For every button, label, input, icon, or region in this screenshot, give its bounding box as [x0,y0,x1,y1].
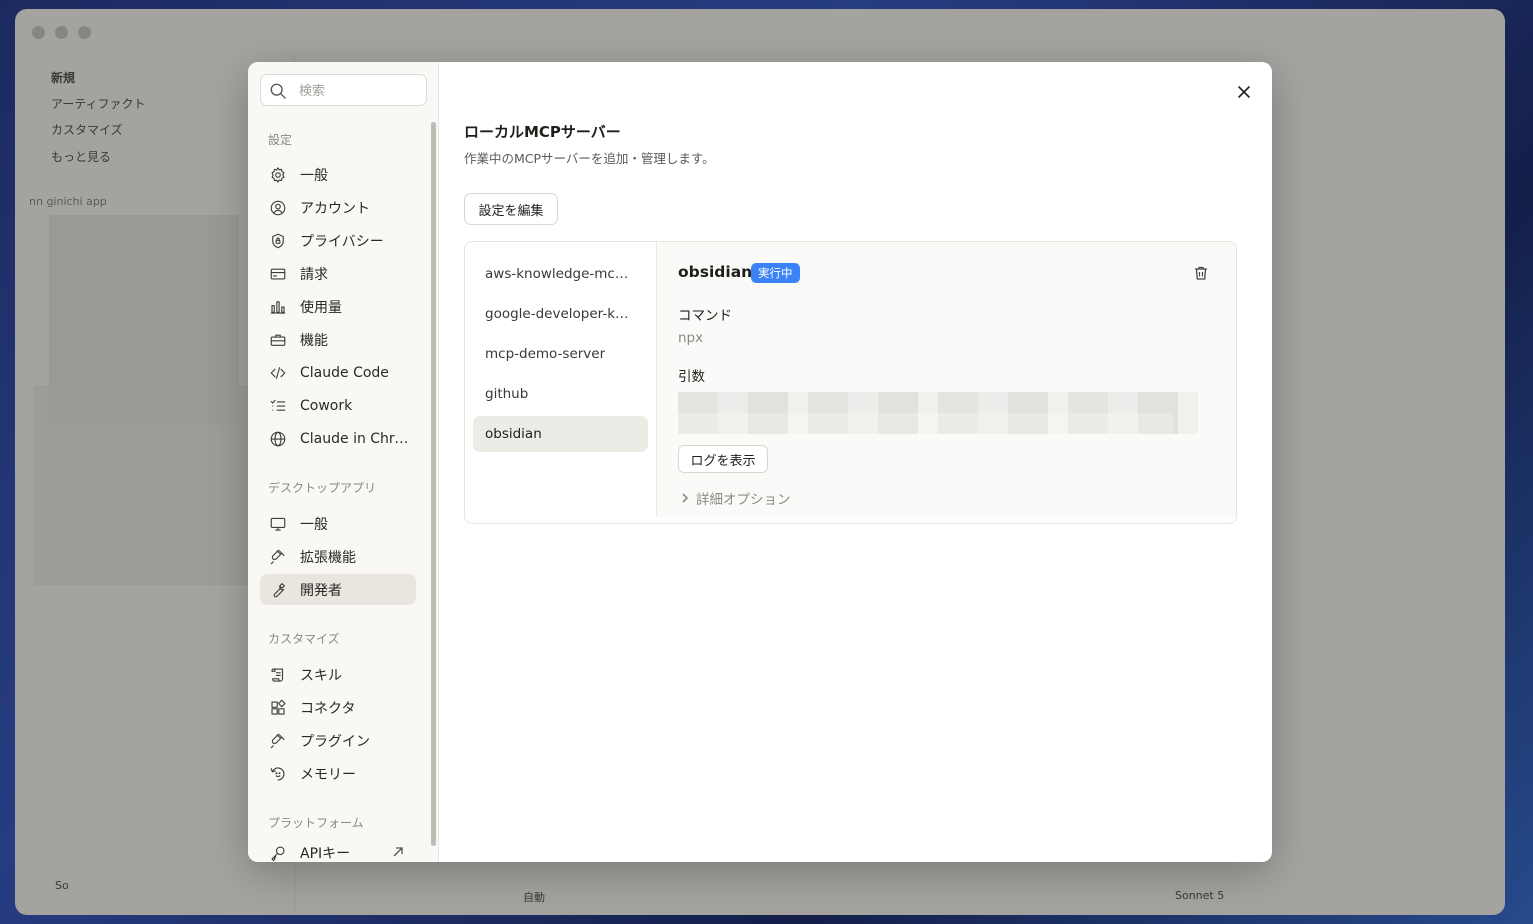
checklist-icon [268,396,288,416]
status-badge: 実行中 [751,263,800,283]
memory-icon [268,764,288,784]
server-item[interactable]: github [473,376,648,412]
nav-claude-code[interactable]: Claude Code [260,357,416,388]
nav-extensions[interactable]: 拡張機能 [260,541,416,572]
advanced-options-label: 詳細オプション [696,492,791,508]
server-item[interactable]: aws-knowledge-mcp-server [473,256,648,292]
nav-label: 機能 [300,332,328,349]
external-link-icon [393,847,403,857]
nav-skills[interactable]: スキル [260,659,416,690]
search-input[interactable] [299,81,419,101]
nav-label: Claude Code [300,364,389,381]
args-value-redacted-overlay [678,413,1173,434]
page-subtitle: 作業中のMCPサーバーを追加・管理します。 [464,151,715,166]
credit-card-icon [268,264,288,284]
edit-config-button[interactable]: 設定を編集 [464,193,558,225]
nav-plugins[interactable]: プラグイン [260,725,416,756]
command-value: npx [678,330,704,346]
section-label-desktop: デスクトップアプリ [268,481,377,495]
view-logs-button[interactable]: ログを表示 [678,445,768,473]
args-label: 引数 [678,369,705,385]
nav-label: 一般 [300,516,328,533]
server-item[interactable]: google-developer-knowledge [473,296,648,332]
mcp-server-panel: aws-knowledge-mcp-server google-develope… [464,241,1237,524]
section-label-settings: 設定 [268,133,293,147]
nav-label: 一般 [300,167,328,184]
nav-general[interactable]: 一般 [260,159,416,190]
nav-label: プラグイン [300,733,370,750]
command-label: コマンド [678,308,732,324]
shield-lock-icon [268,231,288,251]
trash-icon[interactable] [1192,264,1210,282]
server-item-selected[interactable]: obsidian [473,416,648,452]
nav-features[interactable]: 機能 [260,324,416,355]
search-icon [270,83,286,99]
nav-label: コネクタ [300,700,356,717]
nav-label: アカウント [300,200,370,217]
server-name: aws-knowledge-mcp-server [485,266,630,282]
section-label-customize: カスタマイズ [268,632,340,646]
server-item[interactable]: mcp-demo-server [473,336,648,372]
server-detail-name: obsidian [678,263,753,281]
scroll-icon [268,665,288,685]
server-name: obsidian [485,426,542,442]
section-label-platform: プラットフォーム [268,816,364,830]
nav-label: 拡張機能 [300,549,356,566]
nav-billing[interactable]: 請求 [260,258,416,289]
monitor-icon [268,514,288,534]
nav-cowork[interactable]: Cowork [260,390,416,421]
nav-developer[interactable]: 開発者 [260,574,416,605]
nav-label: APIキー [300,845,351,862]
nav-label: 使用量 [300,299,342,316]
nav-memory[interactable]: メモリー [260,758,416,789]
globe-icon [268,429,288,449]
nav-claude-in-chrome[interactable]: Claude in Chrome [260,423,416,454]
toolbox-icon [268,330,288,350]
close-icon [1238,86,1250,98]
nav-label: 開発者 [300,582,342,599]
server-name: google-developer-knowledge [485,306,630,322]
page-title: ローカルMCPサーバー [464,123,621,141]
nav-connectors[interactable]: コネクタ [260,692,416,723]
advanced-options-toggle[interactable]: 詳細オプション [678,488,791,508]
plug-icon [268,731,288,751]
close-button[interactable] [1230,78,1258,106]
nav-label: 請求 [300,266,328,283]
plug-icon [268,547,288,567]
nav-account[interactable]: アカウント [260,192,416,223]
key-icon [268,843,288,863]
nav-desktop-general[interactable]: 一般 [260,508,416,539]
server-detail: obsidian 実行中 コマンド npx 引数 ログを表示 詳細オプション [656,242,1236,517]
nav-label: スキル [300,667,342,684]
nav-label: Cowork [300,397,353,414]
chevron-right-icon [682,493,689,503]
code-icon [268,363,288,383]
nav-label: メモリー [300,766,356,783]
server-name: github [485,386,529,402]
nav-label: Claude in Chrome [300,430,410,447]
gear-icon [268,165,288,185]
settings-modal: 設定 一般 アカウント プライバシー 請求 使用量 機能 Claude Code [248,62,1272,862]
settings-sidebar: 設定 一般 アカウント プライバシー 請求 使用量 機能 Claude Code [248,62,439,862]
server-list: aws-knowledge-mcp-server google-develope… [465,242,657,523]
nav-api-keys[interactable]: APIキー [260,837,416,862]
user-circle-icon [268,198,288,218]
nav-usage[interactable]: 使用量 [260,291,416,322]
server-name: mcp-demo-server [485,346,606,362]
sidebar-scrollbar[interactable] [431,122,436,846]
nav-privacy[interactable]: プライバシー [260,225,416,256]
nav-label: プライバシー [300,233,384,250]
wrench-icon [268,580,288,600]
search-box[interactable] [260,74,427,106]
bar-chart-icon [268,297,288,317]
blocks-icon [268,698,288,718]
